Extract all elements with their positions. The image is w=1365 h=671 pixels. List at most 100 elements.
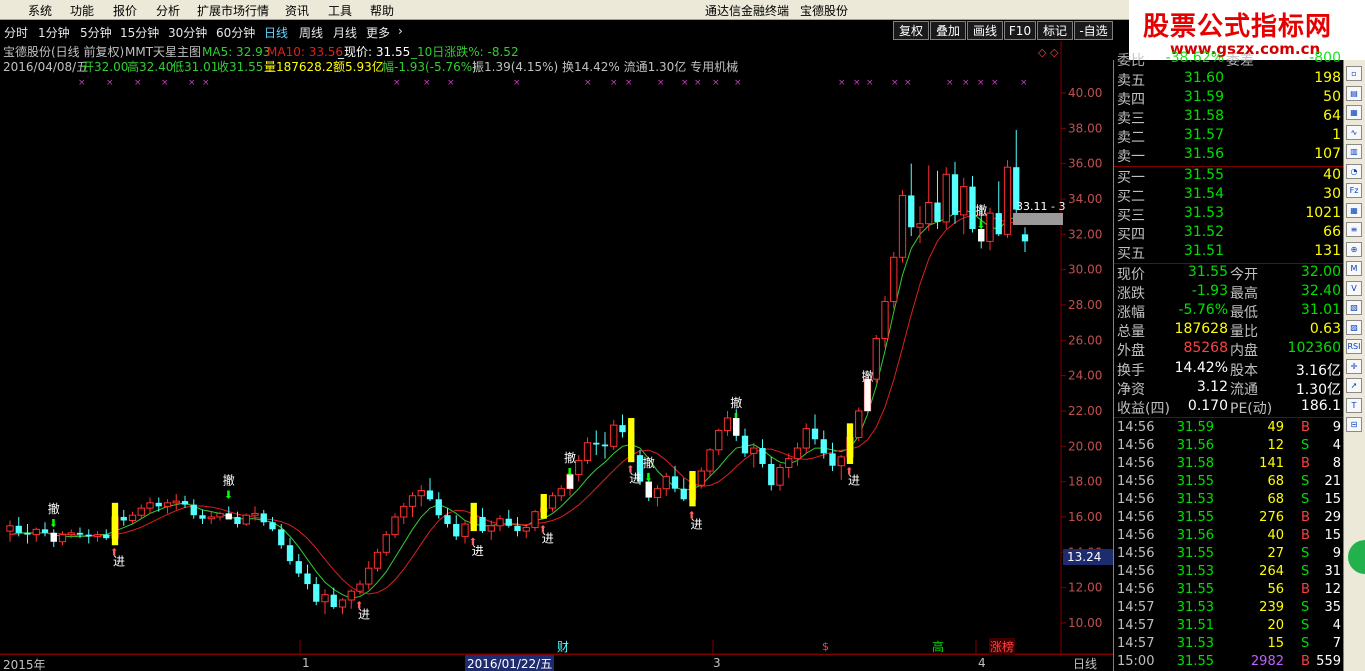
menu-news[interactable]: 资讯 bbox=[285, 2, 309, 19]
x-marker: × bbox=[610, 78, 618, 88]
tick-row: 14:56 31.55 68 S 21 bbox=[1114, 474, 1344, 493]
rsi-icon[interactable]: RSI bbox=[1346, 339, 1362, 354]
kline-icon[interactable]: ▥ bbox=[1346, 144, 1362, 159]
tick-side: B bbox=[1301, 654, 1310, 669]
bid-diff-label: 委差 bbox=[1226, 53, 1254, 69]
chat-bubble-icon[interactable] bbox=[1348, 540, 1365, 574]
candle-body-up bbox=[93, 534, 102, 537]
candle-body-up bbox=[548, 495, 557, 509]
bar-chart-icon[interactable]: ▦ bbox=[1346, 105, 1362, 120]
candle-body-down bbox=[995, 213, 1002, 235]
draw-line-button[interactable]: 画线 bbox=[967, 21, 1003, 40]
menu-help[interactable]: 帮助 bbox=[370, 2, 394, 19]
f10-button[interactable]: F10 bbox=[1004, 21, 1036, 40]
tick-time: 14:56 bbox=[1117, 456, 1155, 471]
tick-price: 31.58 bbox=[1176, 456, 1214, 471]
period-more[interactable]: 更多 bbox=[366, 24, 390, 41]
x-marker: × bbox=[853, 78, 861, 88]
period-30min[interactable]: 30分钟 bbox=[168, 24, 207, 41]
stat-value-left: 0.170 bbox=[1187, 397, 1228, 414]
arrow-icon[interactable]: ➚ bbox=[1346, 378, 1362, 393]
vol-icon[interactable]: V bbox=[1346, 280, 1362, 296]
candle-body-down bbox=[619, 425, 626, 433]
kline-chart[interactable]: 宝德股份(日线 前复权) MMT天星主图 MA5: 32.93 MA10: 33… bbox=[0, 41, 1113, 671]
y-tick-label: 20.00 bbox=[1068, 439, 1102, 453]
candle-body-down bbox=[680, 488, 687, 500]
expand-diamond-icon[interactable]: ◇ bbox=[1050, 46, 1059, 59]
period-daily[interactable]: 日线 bbox=[264, 24, 288, 41]
formula-name: MMT天星主图 bbox=[125, 45, 201, 59]
period-60min[interactable]: 60分钟 bbox=[216, 24, 255, 41]
kdj-icon[interactable]: ▨ bbox=[1346, 319, 1362, 335]
candle-body-up bbox=[128, 514, 137, 521]
remove-watchlist-button[interactable]: -自选 bbox=[1074, 21, 1113, 40]
period-monthly[interactable]: 月线 bbox=[333, 24, 357, 41]
candle-body-up bbox=[898, 194, 907, 258]
bid-label: 买五 bbox=[1117, 246, 1145, 263]
right-toolbar: ▫ ▤ ▦ ∿ ▥ ◔ Fz ▦ ≡ ⊕ M V ▧ ▨ RSI ✛ ➚ T ⊟ bbox=[1343, 60, 1365, 671]
dollar-marker[interactable]: $ bbox=[822, 640, 829, 653]
stat-value-left: 85268 bbox=[1183, 340, 1228, 357]
x-marker: × bbox=[393, 78, 401, 88]
menu-system[interactable]: 系统 bbox=[28, 2, 52, 19]
period-15min[interactable]: 15分钟 bbox=[120, 24, 159, 41]
candle-body-up bbox=[706, 449, 714, 472]
tick-time: 14:56 bbox=[1117, 546, 1155, 561]
x-marker: × bbox=[712, 78, 720, 88]
tick-side: S bbox=[1301, 438, 1310, 453]
ruler-icon[interactable]: ⊟ bbox=[1346, 417, 1362, 432]
buy-signal-label: 进 bbox=[691, 518, 703, 532]
trend-icon[interactable]: ∿ bbox=[1346, 124, 1362, 140]
collapse-diamond-icon[interactable]: ◇ bbox=[1038, 46, 1047, 59]
refresh-icon[interactable]: ▤ bbox=[1346, 85, 1362, 101]
text-icon[interactable]: T bbox=[1346, 397, 1362, 413]
candle-body-down bbox=[768, 463, 775, 486]
cross-icon[interactable]: ✛ bbox=[1346, 358, 1362, 374]
menu-tools[interactable]: 工具 bbox=[328, 2, 352, 19]
ma-icon[interactable]: M bbox=[1346, 261, 1362, 276]
tick-volume: 141 bbox=[1259, 456, 1284, 471]
list-icon[interactable]: ≡ bbox=[1346, 222, 1362, 237]
expand-icon[interactable]: ▫ bbox=[1346, 66, 1362, 81]
fz-icon[interactable]: Fz bbox=[1346, 183, 1362, 198]
menu-extended-market[interactable]: 扩展市场行情 bbox=[197, 2, 269, 19]
period-weekly[interactable]: 周线 bbox=[299, 24, 323, 41]
bar-amount: 额5.93亿 bbox=[333, 59, 384, 74]
menu-function[interactable]: 功能 bbox=[70, 2, 94, 19]
tick-volume: 68 bbox=[1267, 474, 1284, 489]
bid-row: 买二 31.54 30 bbox=[1114, 186, 1344, 205]
tick-volume: 27 bbox=[1267, 546, 1284, 561]
tick-time: 14:56 bbox=[1117, 420, 1155, 435]
macd-icon[interactable]: ▧ bbox=[1346, 300, 1362, 315]
mark-button[interactable]: 标记 bbox=[1037, 21, 1073, 40]
signal-highlight-bar bbox=[689, 471, 696, 507]
candle-body-up bbox=[163, 502, 172, 507]
bar-open: 开32.00 bbox=[82, 60, 128, 74]
stat-value-left: 14.42% bbox=[1174, 359, 1228, 376]
period-timeshare[interactable]: 分时 bbox=[4, 24, 28, 41]
grid-icon[interactable]: ▦ bbox=[1346, 202, 1362, 218]
tick-price: 31.55 bbox=[1176, 582, 1214, 597]
menu-quote[interactable]: 报价 bbox=[113, 2, 137, 19]
chevron-right-icon[interactable]: › bbox=[398, 24, 403, 38]
buy-signal-label: 进 bbox=[542, 532, 554, 546]
candle-body-up bbox=[137, 507, 145, 516]
tick-volume: 264 bbox=[1259, 564, 1284, 579]
pie-icon[interactable]: ◔ bbox=[1346, 163, 1362, 179]
top-gainers-marker[interactable]: 涨榜 bbox=[989, 638, 1016, 655]
zoom-icon[interactable]: ⊕ bbox=[1346, 241, 1362, 257]
down-arrow-icon: ⬇ bbox=[224, 489, 233, 502]
overlay-button[interactable]: 叠加 bbox=[930, 21, 966, 40]
tick-time: 14:56 bbox=[1117, 474, 1155, 489]
high-marker[interactable]: 高 bbox=[932, 638, 944, 655]
restore-rights-button[interactable]: 复权 bbox=[893, 21, 929, 40]
period-1min[interactable]: 1分钟 bbox=[38, 24, 70, 41]
buy-signal-label: 进 bbox=[848, 473, 860, 487]
stat-label-left: 现价 bbox=[1117, 267, 1145, 283]
tick-count: 21 bbox=[1324, 474, 1341, 489]
period-5min[interactable]: 5分钟 bbox=[80, 24, 112, 41]
tick-side: B bbox=[1301, 510, 1310, 525]
menu-analysis[interactable]: 分析 bbox=[156, 2, 180, 19]
candles bbox=[6, 130, 1029, 615]
finance-marker[interactable]: 财 bbox=[557, 638, 569, 655]
